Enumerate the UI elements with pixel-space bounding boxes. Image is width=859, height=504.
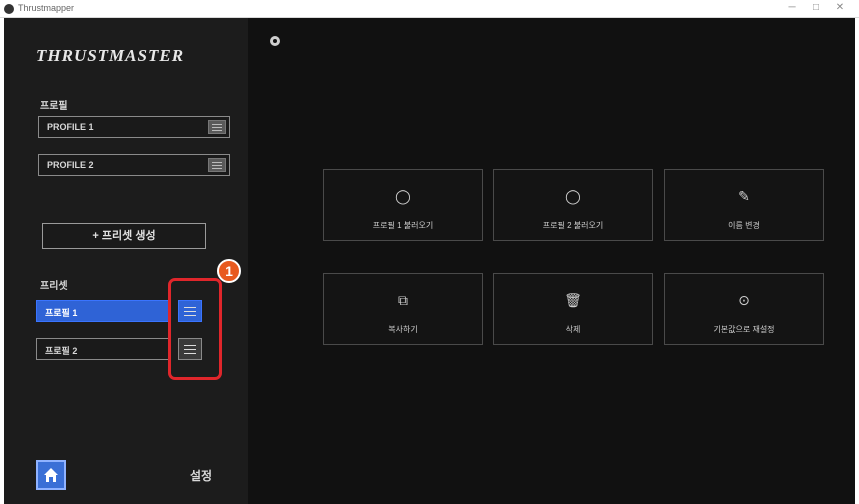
tile-label: 복사하기 [388, 325, 418, 334]
tile-label: 삭제 [565, 325, 581, 334]
profile-name: PROFILE 2 [47, 160, 94, 170]
annotation-step-badge: 1 [217, 259, 241, 283]
presets-heading: 프리셋 [40, 281, 68, 292]
tile-label: 프로필 2 불러오기 [542, 221, 604, 230]
load-profile-2-button[interactable]: ◯ 프로필 2 불러오기 [493, 169, 653, 241]
load-profile-1-button[interactable]: ◯ 프로필 1 불러오기 [323, 169, 483, 241]
brand-logo: THRUSTMASTER [36, 46, 185, 65]
settings-link[interactable]: 설정 [190, 467, 212, 484]
minimize-button[interactable]: ─ [784, 2, 800, 13]
copy-icon: ⧉ [398, 292, 408, 308]
profile-item-2[interactable]: PROFILE 2 [38, 154, 230, 176]
close-button[interactable]: ✕ [832, 2, 848, 13]
home-icon [44, 468, 58, 482]
app-window: THRUSTMASTER 프로필 PROFILE 1 PROFILE 2 + 프… [4, 18, 855, 504]
delete-button[interactable]: 🗑 삭제 [493, 273, 653, 345]
create-preset-button[interactable]: + 프리셋 생성 [42, 223, 206, 249]
main-panel: ◯ 프로필 1 불러오기 ◯ 프로필 2 불러오기 ✎ 이름 변경 ⧉ 복사하기… [248, 18, 855, 504]
sidebar: THRUSTMASTER 프로필 PROFILE 1 PROFILE 2 + 프… [4, 18, 248, 504]
tile-label: 기본값으로 재설정 [713, 325, 775, 334]
tile-label: 이름 변경 [728, 221, 760, 230]
preset-name: 프로필 2 [45, 346, 78, 356]
reset-icon: ⊙ [738, 292, 750, 308]
app-icon [4, 4, 14, 14]
copy-button[interactable]: ⧉ 복사하기 [323, 273, 483, 345]
preset-item-1[interactable]: 프로필 1 [36, 300, 170, 322]
annotation-highlight [168, 278, 222, 380]
preset-item-2[interactable]: 프로필 2 [36, 338, 170, 360]
menu-icon[interactable] [208, 120, 226, 134]
profile-item-1[interactable]: PROFILE 1 [38, 116, 230, 138]
pencil-icon: ✎ [738, 188, 750, 204]
preset-name: 프로필 1 [45, 308, 78, 318]
circle-icon: ◯ [395, 188, 411, 204]
circle-icon: ◯ [565, 188, 581, 204]
maximize-button[interactable]: □ [808, 2, 824, 13]
trash-icon: 🗑 [564, 292, 582, 308]
profile-name: PROFILE 1 [47, 122, 94, 132]
menu-icon[interactable] [208, 158, 226, 172]
profiles-heading: 프로필 [40, 101, 68, 112]
home-button[interactable] [36, 460, 66, 490]
gear-icon[interactable] [268, 34, 282, 48]
reset-to-default-button[interactable]: ⊙ 기본값으로 재설정 [664, 273, 824, 345]
rename-button[interactable]: ✎ 이름 변경 [664, 169, 824, 241]
tile-label: 프로필 1 불러오기 [372, 221, 434, 230]
window-titlebar: Thrustmapper ─ □ ✕ [0, 0, 859, 18]
window-title: Thrustmapper [18, 3, 75, 13]
